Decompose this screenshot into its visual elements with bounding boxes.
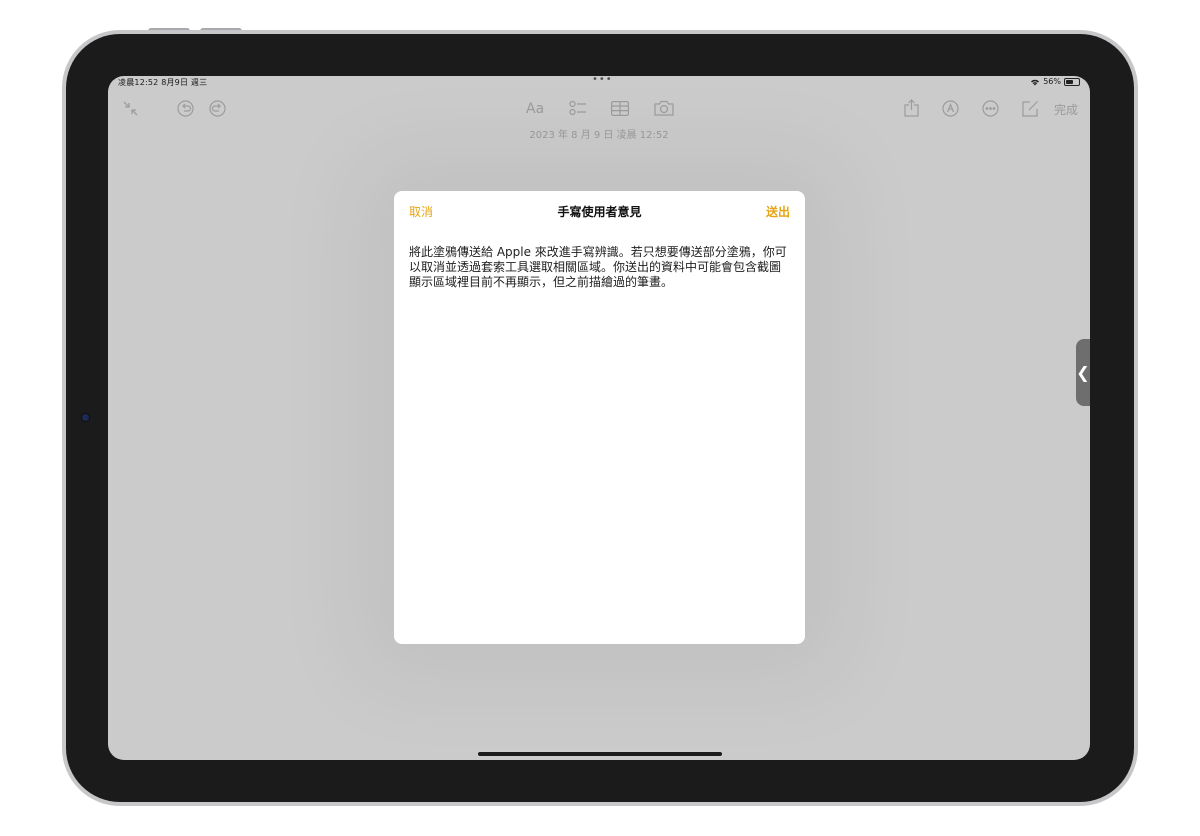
share-icon[interactable]	[904, 99, 919, 117]
table-icon[interactable]	[611, 101, 629, 116]
battery-level	[1066, 79, 1073, 84]
sheet-title: 手寫使用者意見	[557, 205, 642, 219]
wifi-icon	[1031, 79, 1040, 85]
compose-icon[interactable]	[1022, 100, 1039, 117]
redo-icon[interactable]	[209, 100, 226, 117]
checklist-icon[interactable]	[569, 100, 587, 117]
markup-icon[interactable]	[942, 100, 959, 117]
send-button[interactable]: 送出	[766, 203, 790, 220]
note-date: 2023 年 8 月 9 日 凌晨 12:52	[529, 130, 669, 141]
battery-percent: 56%	[1043, 77, 1061, 86]
battery-icon	[1064, 77, 1080, 86]
chevron-left-icon: ❮	[1076, 363, 1090, 382]
text-format-icon[interactable]: Aa	[526, 101, 544, 117]
undo-icon[interactable]	[177, 100, 194, 117]
status-time-date: 凌晨12:52 8月9日 週三	[118, 78, 208, 87]
status-bar: 凌晨12:52 8月9日 週三 ••• 56%	[108, 76, 1090, 88]
collapse-icon[interactable]	[122, 100, 139, 117]
multitasking-dots[interactable]: •••	[592, 76, 613, 85]
sheet-description: 將此塗鴉傳送給 Apple 來改進手寫辨識。若只想要傳送部分塗鴉，你可以取消並透…	[409, 245, 787, 289]
front-camera	[82, 414, 89, 421]
home-indicator[interactable]	[478, 752, 722, 756]
handwriting-feedback-sheet: 取消 手寫使用者意見 送出 將此塗鴉傳送給 Apple 來改進手寫辨識。若只想要…	[394, 191, 805, 644]
done-button[interactable]: 完成	[1054, 101, 1078, 118]
side-panel-handle[interactable]: ❮	[1076, 339, 1090, 406]
status-right: 56%	[1030, 77, 1080, 86]
screen: 凌晨12:52 8月9日 週三 ••• 56% Aa 完成 2023 年 8 月…	[108, 76, 1090, 760]
camera-icon[interactable]	[654, 100, 674, 116]
more-icon[interactable]	[982, 100, 999, 117]
